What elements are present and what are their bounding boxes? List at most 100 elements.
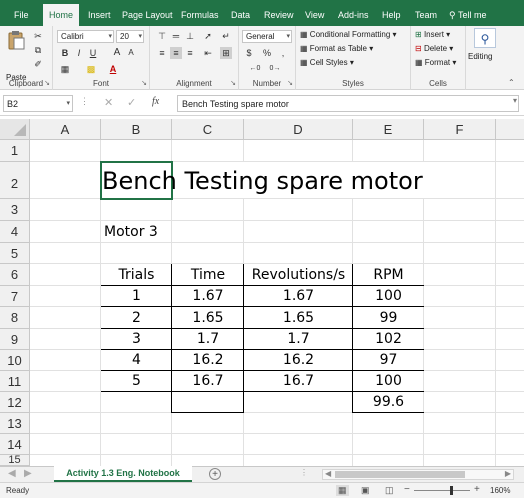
borders-icon[interactable]: ▦ (59, 63, 71, 75)
align-center-icon[interactable]: ≡ (170, 47, 182, 59)
header-rpm[interactable]: RPM (353, 264, 424, 286)
alignment-launcher-icon[interactable]: ↘ (230, 79, 236, 87)
decrease-indent-icon[interactable]: ⇤ (202, 47, 214, 59)
zoom-out-icon[interactable]: − (404, 484, 410, 495)
page-layout-view-icon[interactable]: ▣ (361, 485, 370, 496)
format-as-table-button[interactable]: ▦ Format as Table ▾ (300, 44, 373, 53)
cut-icon[interactable]: ✂ (32, 30, 44, 42)
row-header-8[interactable]: 8 (0, 307, 30, 329)
shrink-font-button[interactable]: A (125, 47, 137, 59)
tell-me-search[interactable]: ⚲ Tell me (449, 0, 486, 26)
table-cell[interactable]: 1.7 (244, 329, 353, 350)
copy-icon[interactable]: ⧉ (32, 44, 44, 56)
zoom-in-icon[interactable]: + (474, 484, 480, 495)
sheet-tab-active[interactable]: Activity 1.3 Eng. Notebook (54, 466, 192, 482)
row-header-4[interactable]: 4 (0, 221, 30, 243)
column-header-a[interactable]: A (30, 119, 101, 140)
title-cell[interactable]: Bench Testing spare motor (102, 164, 423, 198)
cell-styles-button[interactable]: ▦ Cell Styles ▾ (300, 58, 354, 67)
orientation-icon[interactable]: ➚ (202, 30, 214, 42)
comma-button[interactable]: , (277, 47, 289, 59)
tab-page-layout[interactable]: Page Layout (122, 0, 173, 26)
tab-team[interactable]: Team (415, 0, 437, 26)
tab-formulas[interactable]: Formulas (181, 0, 219, 26)
currency-icon[interactable]: $ (243, 47, 255, 59)
row-header-14[interactable]: 14 (0, 434, 30, 455)
select-all-corner[interactable] (0, 119, 30, 140)
table-cell[interactable]: 1.7 (172, 329, 244, 350)
enter-icon[interactable]: ✓ (127, 96, 136, 109)
format-cells-button[interactable]: ▦ Format ▾ (415, 58, 456, 67)
row-header-7[interactable]: 7 (0, 286, 30, 307)
sheet-scroll-right-icon[interactable]: ▶ (24, 468, 32, 479)
conditional-formatting-button[interactable]: ▦ Conditional Formatting ▾ (300, 30, 397, 39)
table-cell[interactable]: 16.7 (172, 371, 244, 392)
header-revolutions[interactable]: Revolutions/s (244, 264, 353, 286)
table-cell[interactable]: 100 (353, 371, 424, 392)
row-header-6[interactable]: 6 (0, 264, 30, 286)
table-cell[interactable]: 100 (353, 286, 424, 307)
font-color-button[interactable]: A (107, 63, 119, 75)
average-rpm-cell[interactable]: 99.6 (353, 392, 424, 413)
row-header-3[interactable]: 3 (0, 199, 30, 221)
table-cell[interactable]: 2 (101, 307, 172, 329)
row-header-15[interactable]: 15 (0, 455, 30, 466)
tab-review[interactable]: Review (264, 0, 294, 26)
table-cell[interactable]: 1 (101, 286, 172, 307)
font-size-combo[interactable]: 20 ▾ (116, 30, 144, 43)
insert-function-button[interactable]: fx (152, 96, 159, 107)
wrap-text-icon[interactable]: ↵ (220, 30, 232, 42)
column-header-d[interactable]: D (244, 119, 353, 140)
table-cell[interactable]: 16.7 (244, 371, 353, 392)
decrease-decimal-icon[interactable]: 0→ (269, 63, 281, 75)
header-trials[interactable]: Trials (101, 264, 172, 286)
row-header-13[interactable]: 13 (0, 413, 30, 434)
table-cell[interactable]: 1.67 (172, 286, 244, 307)
table-cell[interactable]: 97 (353, 350, 424, 371)
tab-home[interactable]: Home (43, 4, 80, 26)
percent-button[interactable]: % (261, 47, 273, 59)
row-header-10[interactable]: 10 (0, 350, 30, 371)
grow-font-button[interactable]: A (111, 47, 123, 59)
row-header-5[interactable]: 5 (0, 243, 30, 264)
row-header-11[interactable]: 11 (0, 371, 30, 392)
format-painter-icon[interactable]: ✐ (32, 58, 44, 70)
column-header-g[interactable] (496, 119, 524, 140)
delete-cells-button[interactable]: ⊟ Delete ▾ (415, 44, 453, 53)
align-top-icon[interactable]: ⊤ (156, 30, 168, 42)
zoom-level[interactable]: 160% (490, 486, 510, 495)
font-name-combo[interactable]: Calibri ▾ (57, 30, 114, 43)
number-launcher-icon[interactable]: ↘ (287, 79, 293, 87)
fill-color-icon[interactable]: ▩ (85, 63, 97, 75)
underline-button[interactable]: U (87, 47, 99, 59)
increase-decimal-icon[interactable]: ←0 (249, 63, 261, 75)
table-cell[interactable]: 3 (101, 329, 172, 350)
align-middle-icon[interactable]: ═ (170, 30, 182, 42)
column-header-e[interactable]: E (353, 119, 424, 140)
cancel-icon[interactable]: ✕ (104, 96, 113, 109)
zoom-slider[interactable] (414, 490, 470, 491)
expand-formula-bar-icon[interactable]: ▾ (513, 96, 517, 105)
normal-view-icon[interactable]: ▦ (336, 485, 349, 496)
align-left-icon[interactable]: ≡ (156, 47, 168, 59)
add-sheet-icon[interactable]: + (209, 468, 221, 480)
column-header-b[interactable]: B (101, 119, 172, 140)
row-header-1[interactable]: 1 (0, 140, 30, 162)
font-launcher-icon[interactable]: ↘ (141, 79, 147, 87)
zoom-slider-thumb[interactable] (450, 486, 453, 495)
column-header-f[interactable]: F (424, 119, 496, 140)
align-bottom-icon[interactable]: ⊥ (184, 30, 196, 42)
tab-insert[interactable]: Insert (88, 0, 111, 26)
align-right-icon[interactable]: ≡ (184, 47, 196, 59)
horizontal-scrollbar[interactable]: ◀ ▶ (322, 469, 514, 480)
row-header-2[interactable]: 2 (0, 162, 30, 199)
table-cell[interactable]: 16.2 (244, 350, 353, 371)
paste-button[interactable]: Paste (6, 30, 26, 82)
sheet-scroll-left-icon[interactable]: ◀ (8, 468, 16, 479)
tab-add-ins[interactable]: Add-ins (338, 0, 369, 26)
tab-data[interactable]: Data (231, 0, 250, 26)
table-cell[interactable]: 1.65 (244, 307, 353, 329)
insert-cells-button[interactable]: ⊞ Insert ▾ (415, 30, 450, 39)
row-header-9[interactable]: 9 (0, 329, 30, 350)
formula-input[interactable]: Bench Testing spare motor (177, 95, 519, 112)
